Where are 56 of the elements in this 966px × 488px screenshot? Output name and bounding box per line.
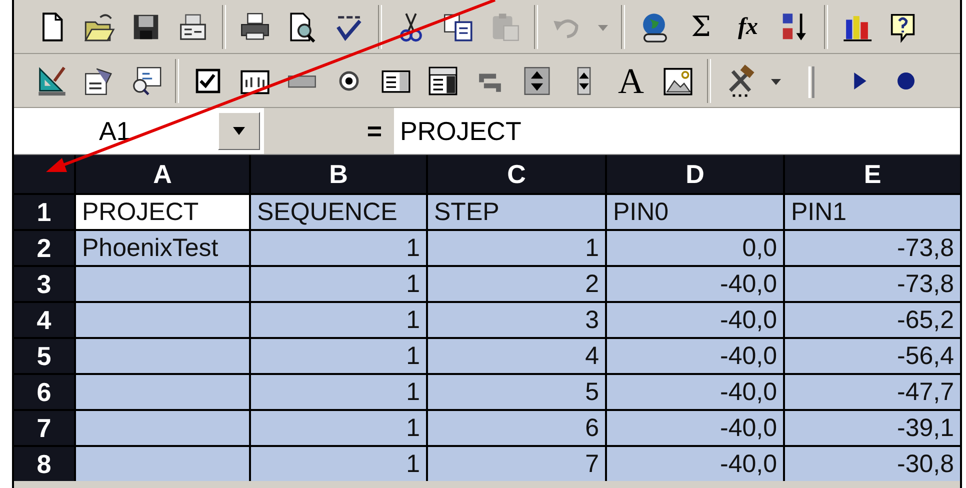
table-cell: 7 bbox=[428, 447, 605, 481]
table-cell: -30,8 bbox=[785, 447, 960, 481]
row-header[interactable]: 5 bbox=[14, 339, 74, 373]
column-header[interactable]: E bbox=[785, 155, 960, 193]
table-cell: PhoenixTest bbox=[76, 231, 249, 265]
row-header[interactable]: 8 bbox=[14, 447, 74, 481]
row-header[interactable]: 3 bbox=[14, 267, 74, 301]
table-cell: PIN1 bbox=[785, 195, 960, 229]
table-cell: STEP bbox=[428, 195, 605, 229]
table-cell: -40,0 bbox=[607, 447, 783, 481]
row-header[interactable]: 6 bbox=[14, 375, 74, 409]
table-cell: -40,0 bbox=[607, 303, 783, 337]
row-header[interactable]: 2 bbox=[14, 231, 74, 265]
caret-icon bbox=[231, 126, 247, 136]
column-header[interactable]: D bbox=[607, 155, 783, 193]
table-cell: 1 bbox=[251, 447, 426, 481]
table-cell: 4 bbox=[428, 339, 605, 373]
table-cell: 6 bbox=[428, 411, 605, 445]
table-cell: -40,0 bbox=[607, 411, 783, 445]
table-cell: PIN0 bbox=[607, 195, 783, 229]
table-cell: -56,4 bbox=[785, 339, 960, 373]
table-cell: -47,7 bbox=[785, 375, 960, 409]
table-cell: 5 bbox=[428, 375, 605, 409]
label-icon[interactable]: A bbox=[614, 62, 648, 98]
table-cell: 1 bbox=[428, 231, 605, 265]
table-cell: PROJECT bbox=[76, 195, 249, 229]
row-header[interactable]: 1 bbox=[14, 195, 74, 229]
table-cell: -65,2 bbox=[785, 303, 960, 337]
dropdown-button[interactable] bbox=[218, 112, 260, 150]
formula-field[interactable]: PROJECT bbox=[394, 108, 960, 154]
table-cell: 1 bbox=[251, 303, 426, 337]
row-header[interactable]: 4 bbox=[14, 303, 74, 337]
select-all-button[interactable] bbox=[14, 155, 74, 193]
table-cell: -40,0 bbox=[607, 339, 783, 373]
table-cell: 1 bbox=[251, 339, 426, 373]
table-cell: 1 bbox=[251, 375, 426, 409]
table-cell: -40,0 bbox=[607, 267, 783, 301]
row-header[interactable]: 7 bbox=[14, 411, 74, 445]
table-cell: 1 bbox=[251, 411, 426, 445]
sum-icon[interactable]: Σ bbox=[687, 12, 715, 40]
table-cell: -73,8 bbox=[785, 231, 960, 265]
table-cell: -40,0 bbox=[607, 375, 783, 409]
table-cell: 2 bbox=[428, 267, 605, 301]
column-header[interactable]: A bbox=[76, 155, 249, 193]
column-header[interactable]: B bbox=[251, 155, 426, 193]
function-icon[interactable]: fx bbox=[734, 14, 762, 38]
table-cell: 0,0 bbox=[607, 231, 783, 265]
table-cell: SEQUENCE bbox=[251, 195, 426, 229]
table-cell: -39,1 bbox=[785, 411, 960, 445]
table-cell: -73,8 bbox=[785, 267, 960, 301]
name-box[interactable]: A1 bbox=[14, 108, 264, 154]
column-header[interactable]: C bbox=[428, 155, 605, 193]
table-cell: 3 bbox=[428, 303, 605, 337]
table-cell: 1 bbox=[251, 231, 426, 265]
equals-sign: = bbox=[366, 114, 383, 148]
table-cell: 1 bbox=[251, 267, 426, 301]
